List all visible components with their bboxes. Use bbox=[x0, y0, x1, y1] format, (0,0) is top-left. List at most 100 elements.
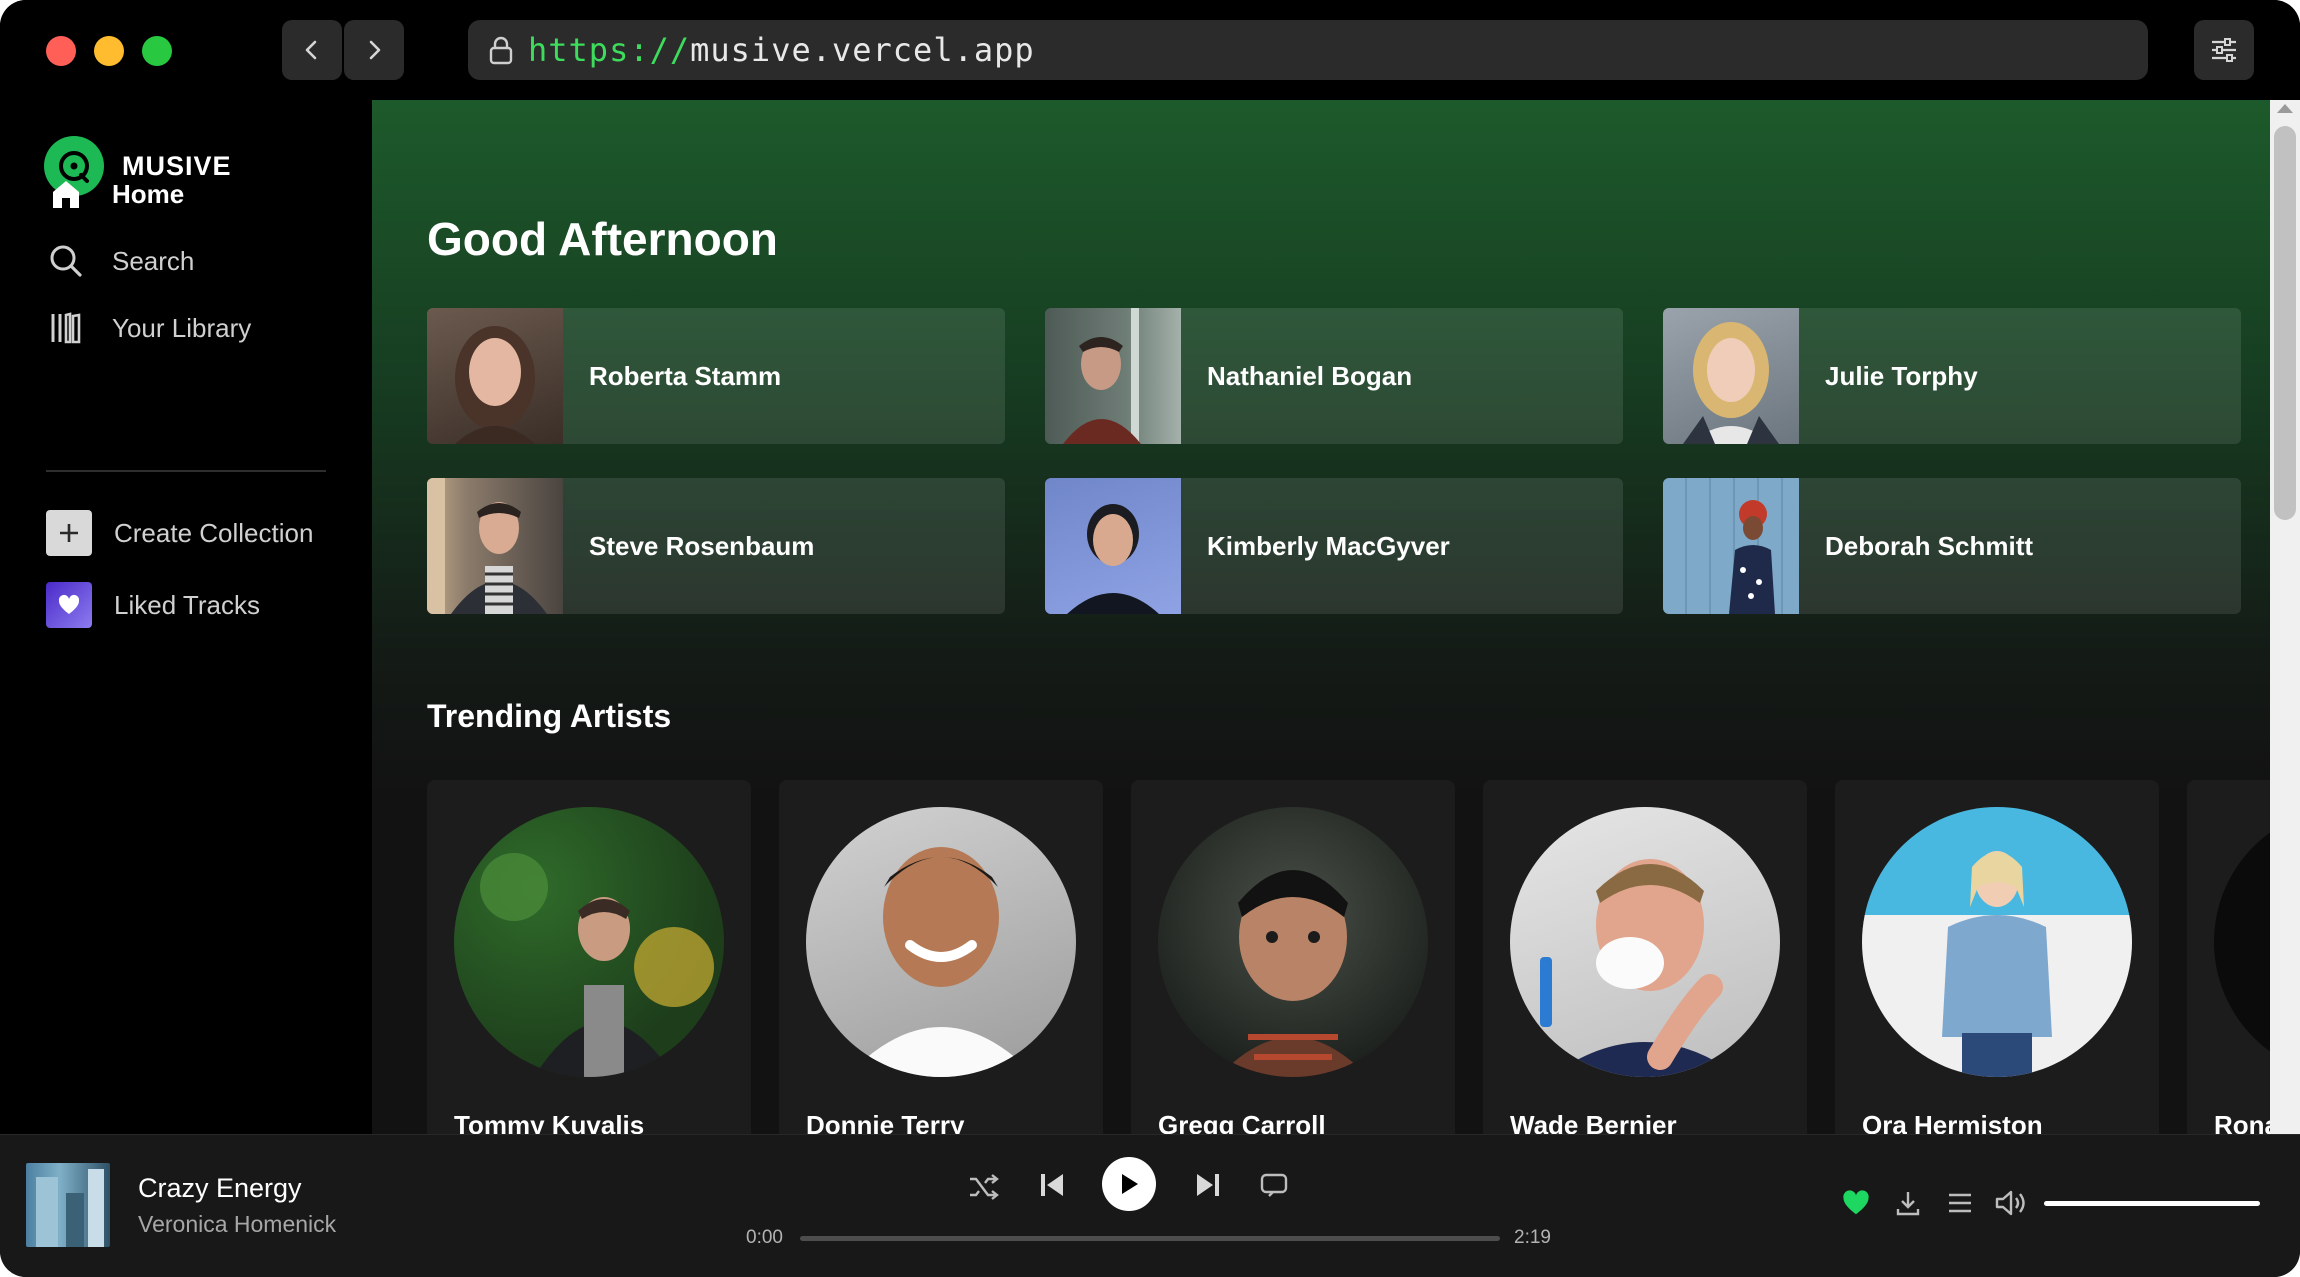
queue-icon bbox=[1949, 1193, 1971, 1213]
quick-pick-card[interactable]: Deborah Schmitt bbox=[1663, 478, 2241, 614]
browser-window: https://musive.vercel.app MUSIVE Home Se… bbox=[0, 0, 2300, 1277]
artist-card[interactable]: Ora Hermiston bbox=[1835, 780, 2159, 1134]
create-collection-button[interactable]: Create Collection bbox=[46, 510, 313, 556]
quick-pick-card[interactable]: Julie Torphy bbox=[1663, 308, 2241, 444]
chevron-left-icon bbox=[305, 40, 317, 60]
volume-fill bbox=[2044, 1201, 2260, 1206]
sidebar-divider bbox=[46, 470, 326, 472]
collection-label: Liked Tracks bbox=[114, 589, 260, 620]
url-text: https://musive.vercel.app bbox=[528, 31, 1035, 69]
heart-icon bbox=[1843, 1190, 1869, 1215]
play-icon bbox=[1122, 1174, 1138, 1194]
chevron-right-icon bbox=[369, 40, 381, 60]
quick-pick-card[interactable]: Nathaniel Bogan bbox=[1045, 308, 1623, 444]
scroll-up-arrow-icon[interactable] bbox=[2277, 104, 2293, 113]
volume-icon bbox=[1995, 1190, 2025, 1216]
section-title-trending: Trending Artists bbox=[427, 698, 672, 734]
artist-card[interactable]: Tommy Kuvalis bbox=[427, 780, 751, 1134]
collection-label: Create Collection bbox=[114, 517, 314, 548]
playback-progress-bar[interactable] bbox=[800, 1236, 1500, 1241]
browser-settings-button[interactable] bbox=[2194, 20, 2254, 80]
close-window-button[interactable] bbox=[46, 36, 76, 66]
shuffle-button[interactable] bbox=[966, 1169, 1002, 1205]
back-button[interactable] bbox=[282, 20, 342, 80]
repeat-icon bbox=[1260, 1173, 1288, 1197]
sliders-icon bbox=[2212, 38, 2236, 62]
artist-name: Wade Bernier bbox=[1510, 1110, 1677, 1134]
previous-track-button[interactable] bbox=[1034, 1167, 1070, 1203]
artist-avatar bbox=[454, 807, 724, 1077]
artist-photo bbox=[427, 308, 563, 444]
next-track-button[interactable] bbox=[1190, 1167, 1226, 1203]
artist-avatar bbox=[1158, 807, 1428, 1077]
main-content: Good Afternoon Roberta Stamm Nathaniel B… bbox=[372, 100, 2270, 1134]
artist-card[interactable]: Wade Bernier bbox=[1483, 780, 1807, 1134]
player-bar: Crazy Energy Veronica Homenick 0:00 2:19 bbox=[0, 1134, 2300, 1277]
skip-forward-icon bbox=[1197, 1174, 1219, 1196]
artist-photo bbox=[1663, 308, 1799, 444]
total-duration: 2:19 bbox=[1514, 1227, 1551, 1248]
artist-avatar bbox=[806, 807, 1076, 1077]
artist-avatar bbox=[2214, 807, 2270, 1077]
artist-card[interactable]: Gregg Carroll bbox=[1131, 780, 1455, 1134]
sidebar-item-label: Your Library bbox=[112, 312, 252, 343]
heart-icon bbox=[46, 582, 92, 628]
scrollbar-thumb[interactable] bbox=[2274, 126, 2296, 520]
now-playing-artist[interactable]: Veronica Homenick bbox=[138, 1211, 336, 1238]
page-title: Good Afternoon bbox=[427, 213, 778, 265]
address-bar[interactable]: https://musive.vercel.app bbox=[468, 20, 2148, 80]
lock-icon bbox=[488, 35, 514, 65]
quick-pick-card[interactable]: Roberta Stamm bbox=[427, 308, 1005, 444]
artist-photo bbox=[1045, 478, 1181, 614]
quick-pick-card[interactable]: Steve Rosenbaum bbox=[427, 478, 1005, 614]
artist-name: Ronal bbox=[2214, 1110, 2270, 1134]
search-icon bbox=[48, 243, 84, 279]
quick-pick-name: Kimberly MacGyver bbox=[1207, 530, 1450, 561]
quick-pick-name: Steve Rosenbaum bbox=[589, 530, 815, 561]
quick-pick-name: Nathaniel Bogan bbox=[1207, 360, 1413, 391]
volume-button[interactable] bbox=[1994, 1185, 2030, 1221]
minimize-window-button[interactable] bbox=[94, 36, 124, 66]
artist-name: Ora Hermiston bbox=[1862, 1110, 2043, 1134]
forward-button[interactable] bbox=[344, 20, 404, 80]
skip-back-icon bbox=[1041, 1174, 1063, 1196]
home-icon bbox=[48, 176, 84, 212]
artist-photo bbox=[1045, 308, 1181, 444]
queue-button[interactable] bbox=[1942, 1185, 1978, 1221]
library-icon bbox=[48, 310, 84, 346]
artist-card[interactable]: Donnie Terry bbox=[779, 780, 1103, 1134]
maximize-window-button[interactable] bbox=[142, 36, 172, 66]
url-host: musive.vercel.app bbox=[690, 31, 1035, 69]
sidebar-item-home[interactable]: Home bbox=[48, 176, 184, 212]
artist-card[interactable]: Ronal bbox=[2187, 780, 2270, 1134]
volume-slider[interactable] bbox=[2044, 1201, 2260, 1206]
artist-photo bbox=[1663, 478, 1799, 614]
quick-pick-name: Deborah Schmitt bbox=[1825, 530, 2034, 561]
now-playing-cover[interactable] bbox=[26, 1163, 110, 1247]
artist-name: Tommy Kuvalis bbox=[454, 1110, 645, 1134]
download-button[interactable] bbox=[1890, 1185, 1926, 1221]
elapsed-time: 0:00 bbox=[746, 1227, 783, 1248]
plus-icon bbox=[46, 510, 92, 556]
like-button[interactable] bbox=[1838, 1185, 1874, 1221]
now-playing-title[interactable]: Crazy Energy bbox=[138, 1173, 302, 1204]
artist-avatar bbox=[1510, 807, 1780, 1077]
quick-pick-name: Roberta Stamm bbox=[589, 360, 782, 391]
liked-tracks-button[interactable]: Liked Tracks bbox=[46, 582, 260, 628]
sidebar-item-search[interactable]: Search bbox=[48, 243, 194, 279]
quick-pick-name: Julie Torphy bbox=[1825, 360, 1978, 391]
artist-avatar bbox=[1862, 807, 2132, 1077]
sidebar-item-label: Home bbox=[112, 178, 185, 209]
repeat-button[interactable] bbox=[1256, 1167, 1292, 1203]
artist-name: Gregg Carroll bbox=[1158, 1110, 1326, 1134]
quick-pick-card[interactable]: Kimberly MacGyver bbox=[1045, 478, 1623, 614]
url-scheme: https:// bbox=[528, 31, 691, 69]
download-icon bbox=[1896, 1192, 1920, 1216]
artist-name: Donnie Terry bbox=[806, 1110, 965, 1134]
shuffle-icon bbox=[970, 1174, 999, 1200]
play-button[interactable] bbox=[1102, 1157, 1156, 1211]
sidebar: MUSIVE Home Search Your Library Create C… bbox=[0, 100, 372, 1134]
artist-photo bbox=[427, 478, 563, 614]
browser-toolbar: https://musive.vercel.app bbox=[0, 0, 2300, 100]
sidebar-item-library[interactable]: Your Library bbox=[48, 310, 251, 346]
